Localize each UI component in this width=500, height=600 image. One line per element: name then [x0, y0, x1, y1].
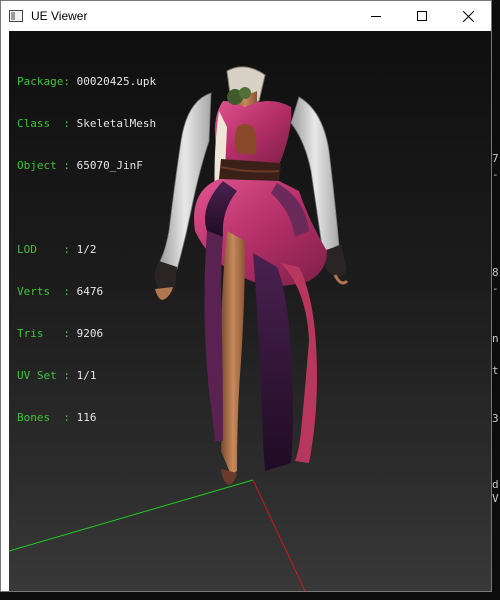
- info-row-lod: LOD : 1/2: [17, 243, 156, 257]
- console-char: 8: [492, 266, 499, 279]
- console-char: 7: [492, 152, 499, 165]
- info-label: UV Set :: [17, 369, 77, 382]
- console-char: -: [492, 168, 499, 181]
- mesh-info-overlay: Package: 00020425.upk Class : SkeletalMe…: [17, 47, 156, 453]
- mesh-character: [154, 66, 349, 485]
- console-char: d: [492, 478, 499, 491]
- info-label: Tris :: [17, 327, 77, 340]
- caption-buttons: [353, 1, 491, 31]
- info-value: 1/1: [76, 369, 97, 382]
- info-label: Verts :: [17, 285, 77, 298]
- ue-viewer-window[interactable]: UE Viewer Package: 00020425.upk Class: …: [0, 0, 492, 592]
- console-char: n: [492, 332, 499, 345]
- info-label: LOD :: [17, 243, 77, 256]
- info-value: SkeletalMesh: [76, 117, 157, 130]
- info-row-bones: Bones : 116: [17, 411, 156, 425]
- info-value: 00020425.upk: [76, 75, 157, 88]
- info-row-package: Package: 00020425.upk: [17, 75, 156, 89]
- 3d-viewport[interactable]: Package: 00020425.upk Class : SkeletalMe…: [9, 31, 491, 591]
- console-char: 3: [492, 412, 499, 425]
- info-spacer: [17, 201, 156, 215]
- info-row-class: Class : SkeletalMesh: [17, 117, 156, 131]
- info-label: Object :: [17, 159, 77, 172]
- info-value: 1/2: [76, 243, 97, 256]
- info-label: Class :: [17, 117, 77, 130]
- info-value: 65070_JinF: [76, 159, 143, 172]
- minimize-icon: [371, 16, 381, 17]
- console-char: V: [492, 492, 499, 505]
- info-row-object: Object : 65070_JinF: [17, 159, 156, 173]
- maximize-icon: [417, 11, 427, 21]
- info-value: 6476: [76, 285, 104, 298]
- info-row-uvset: UV Set : 1/1: [17, 369, 156, 383]
- maximize-button[interactable]: [399, 1, 445, 31]
- minimize-button[interactable]: [353, 1, 399, 31]
- title-bar[interactable]: UE Viewer: [1, 1, 491, 31]
- window-title: UE Viewer: [31, 9, 88, 23]
- info-row-verts: Verts : 6476: [17, 285, 156, 299]
- console-char: t: [492, 364, 499, 377]
- info-row-tris: Tris : 9206: [17, 327, 156, 341]
- axis-x-green: [9, 479, 254, 552]
- app-window-icon[interactable]: [9, 10, 23, 22]
- info-value: 9206: [76, 327, 104, 340]
- console-char: -: [492, 282, 499, 295]
- info-value: 116: [76, 411, 97, 424]
- info-label: Package:: [17, 75, 77, 88]
- close-button[interactable]: [445, 1, 491, 31]
- axis-y-red: [252, 479, 306, 591]
- close-icon: [462, 10, 474, 22]
- info-label: Bones :: [17, 411, 77, 424]
